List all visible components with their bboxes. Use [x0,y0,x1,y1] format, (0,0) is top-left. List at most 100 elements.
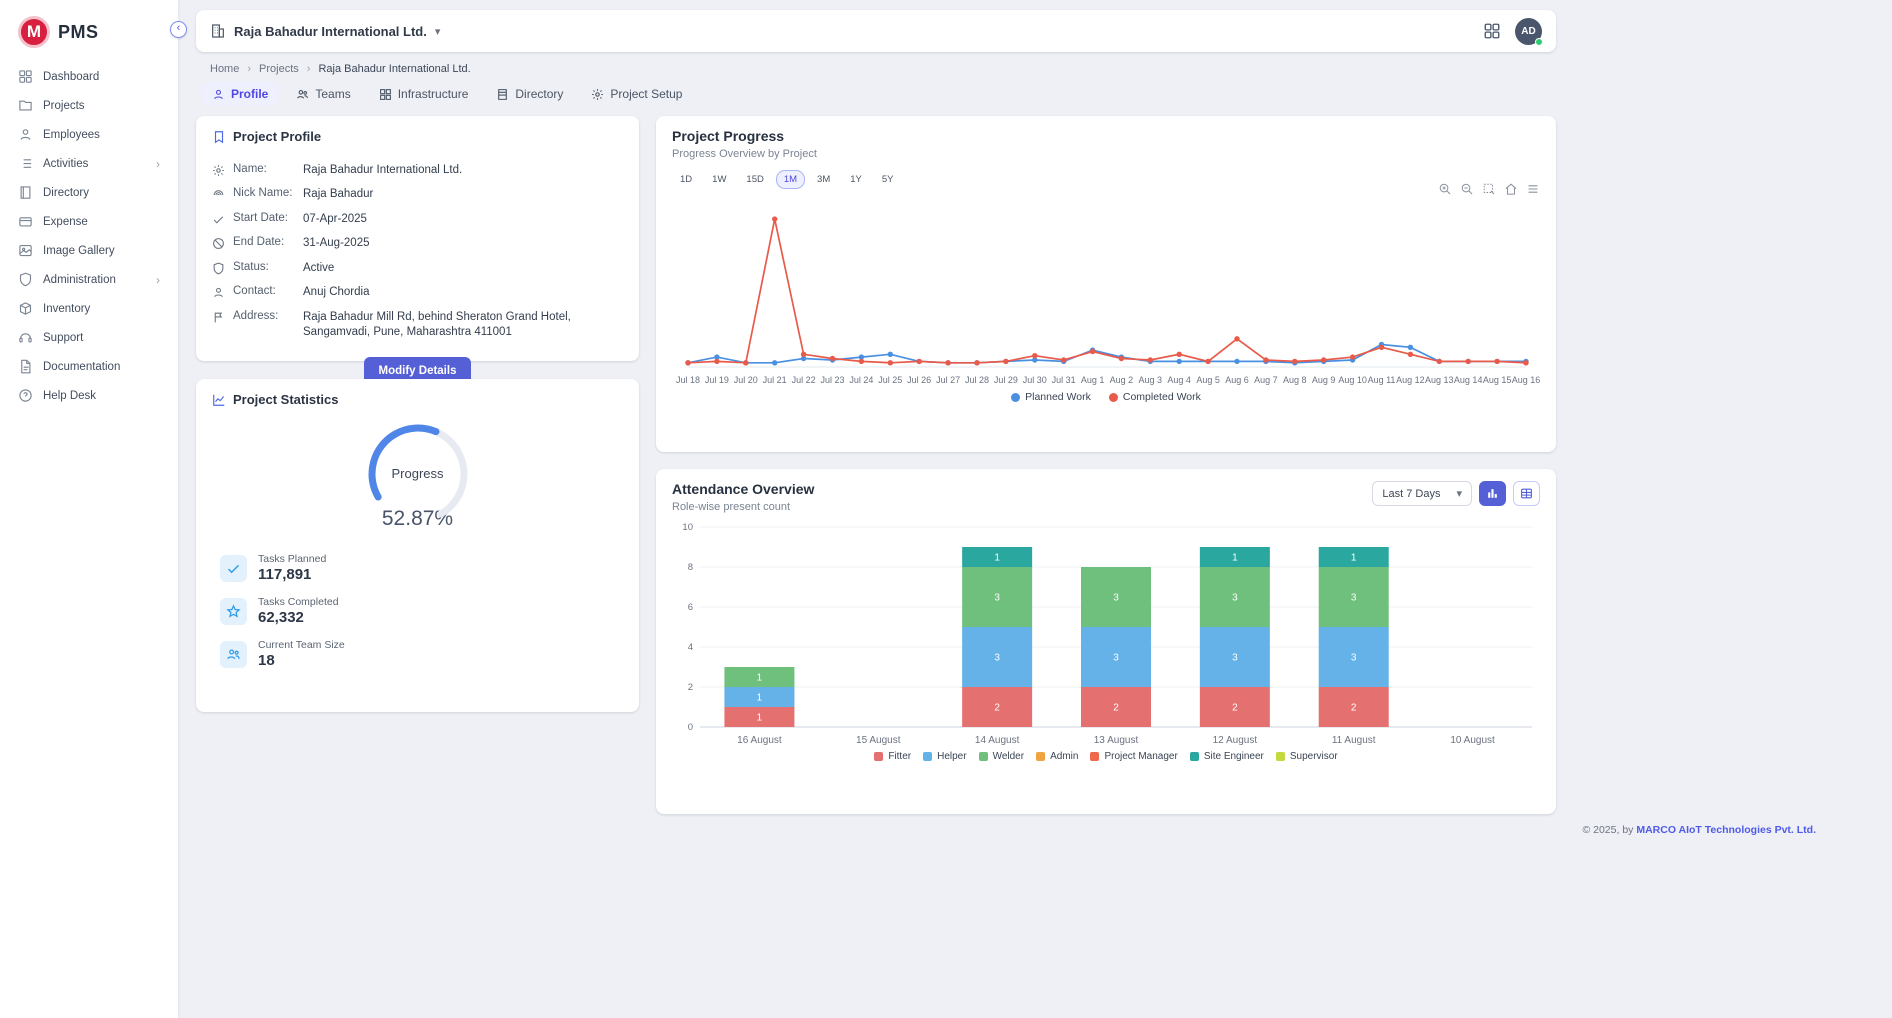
svg-text:3: 3 [1113,593,1119,604]
circle-slash-icon [212,237,225,250]
field-end-date: End Date: 31-Aug-2025 [212,232,623,257]
table-icon [1520,487,1533,500]
sidebar-item-expense[interactable]: Expense [0,207,178,236]
stat-tasks-planned: Tasks Planned 117,891 [220,553,623,583]
days-filter-select[interactable]: Last 7 Days ▾ [1372,481,1472,506]
chevron-down-icon: ▾ [435,25,441,38]
sidebar-item-help-desk[interactable]: Help Desk [0,381,178,410]
footer-link[interactable]: MARCO AIoT Technologies Pvt. Ltd. [1636,824,1816,836]
svg-text:Jul 24: Jul 24 [849,375,873,385]
svg-text:Jul 30: Jul 30 [1023,375,1047,385]
svg-text:Aug 2: Aug 2 [1110,375,1134,385]
sidebar-item-documentation[interactable]: Documentation [0,352,178,381]
svg-text:1: 1 [1232,553,1238,564]
breadcrumb-projects[interactable]: Projects [259,63,299,75]
sidebar-item-projects[interactable]: Projects [0,91,178,120]
box-zoom-icon[interactable] [1482,182,1496,196]
attendance-legend: Fitter Helper Welder Admin Project Manager Si… [672,751,1540,762]
field-status: Status: Active [212,256,623,281]
admin-shield-icon [18,272,33,287]
box-icon [18,301,33,316]
range-pill[interactable]: 1M [776,170,805,189]
list-icon [18,156,33,171]
tab-label: Teams [315,87,350,101]
attendance-bar-chart[interactable]: 024681011116 August15 August233114 Augus… [672,517,1540,749]
tab-profile[interactable]: Profile [202,82,278,106]
svg-text:Jul 19: Jul 19 [705,375,729,385]
breadcrumb-home[interactable]: Home [210,63,239,75]
svg-text:1: 1 [757,713,763,724]
sidebar-item-image-gallery[interactable]: Image Gallery [0,236,178,265]
progress-legend: Planned Work Completed Work [672,391,1540,403]
sidebar-collapse-button[interactable]: ‹ [170,21,187,38]
svg-text:Aug 12: Aug 12 [1396,375,1425,385]
legend-item[interactable]: Admin [1036,751,1078,762]
company-selector[interactable]: Raja Bahadur International Ltd. ▾ [210,23,440,39]
svg-text:4: 4 [688,642,693,653]
legend-item[interactable]: Supervisor [1276,751,1338,762]
sidebar-item-employees[interactable]: Employees [0,120,178,149]
apps-grid-icon[interactable] [1483,22,1501,40]
sidebar-item-activities[interactable]: Activities › [0,149,178,178]
legend-item[interactable]: Fitter [874,751,911,762]
range-pill[interactable]: 15D [738,170,771,189]
range-pill[interactable]: 1Y [842,170,870,189]
range-pill[interactable]: 1D [672,170,700,189]
star-icon [220,598,247,625]
sidebar-item-label: Support [43,332,83,344]
svg-text:2: 2 [1351,703,1357,714]
home-icon[interactable] [1504,182,1518,196]
legend-item[interactable]: Planned Work [1011,391,1091,403]
svg-text:8: 8 [688,562,693,573]
sidebar-item-administration[interactable]: Administration › [0,265,178,294]
legend-item[interactable]: Welder [979,751,1025,762]
company-name: Raja Bahadur International Ltd. [234,24,427,39]
svg-text:3: 3 [1232,653,1238,664]
avatar[interactable]: AD [1515,18,1542,45]
card-title: Project Statistics [233,392,339,407]
tab-directory[interactable]: Directory [486,82,573,106]
fingerprint-icon [212,188,225,201]
zoom-out-icon[interactable] [1460,182,1474,196]
progress-line-chart[interactable]: Jul 18Jul 19Jul 20Jul 21Jul 22Jul 23Jul … [672,193,1540,389]
svg-text:15 August: 15 August [856,735,901,746]
svg-text:14 August: 14 August [975,735,1020,746]
svg-text:Aug 7: Aug 7 [1254,375,1278,385]
svg-text:Aug 8: Aug 8 [1283,375,1307,385]
bar-view-button[interactable] [1479,481,1506,506]
stat-tasks-completed: Tasks Completed 62,332 [220,596,623,626]
field-value: Raja Bahadur International Ltd. [303,163,462,179]
tab-teams[interactable]: Teams [286,82,360,106]
sidebar-item-support[interactable]: Support [0,323,178,352]
sidebar-item-dashboard[interactable]: Dashboard [0,62,178,91]
flag-icon [212,311,225,324]
online-status-dot [1535,38,1543,46]
legend-item[interactable]: Completed Work [1109,391,1201,403]
legend-item[interactable]: Helper [923,751,966,762]
stat-team-size: Current Team Size 18 [220,639,623,669]
field-label: Name: [233,163,295,175]
legend-item[interactable]: Site Engineer [1190,751,1264,762]
range-pill[interactable]: 3M [809,170,838,189]
zoom-in-icon[interactable] [1438,182,1452,196]
range-pill[interactable]: 1W [704,170,734,189]
range-pill[interactable]: 5Y [874,170,902,189]
gear-icon [591,88,604,101]
menu-lines-icon[interactable] [1526,182,1540,196]
sidebar-item-directory[interactable]: Directory [0,178,178,207]
sidebar-nav: Dashboard Projects Employees Activities … [0,62,178,410]
svg-text:Aug 1: Aug 1 [1081,375,1105,385]
svg-text:1: 1 [757,693,763,704]
main-area: Raja Bahadur International Ltd. ▾ AD Hom… [178,0,1892,1018]
tab-project-setup[interactable]: Project Setup [581,82,692,106]
logo[interactable]: M PMS [0,0,178,62]
tab-infrastructure[interactable]: Infrastructure [369,82,479,106]
svg-text:3: 3 [1113,653,1119,664]
sidebar-item-label: Help Desk [43,390,96,402]
sidebar-item-inventory[interactable]: Inventory [0,294,178,323]
svg-text:Jul 29: Jul 29 [994,375,1018,385]
field-start-date: Start Date: 07-Apr-2025 [212,207,623,232]
field-value: 31-Aug-2025 [303,236,370,252]
legend-item[interactable]: Project Manager [1090,751,1177,762]
table-view-button[interactable] [1513,481,1540,506]
